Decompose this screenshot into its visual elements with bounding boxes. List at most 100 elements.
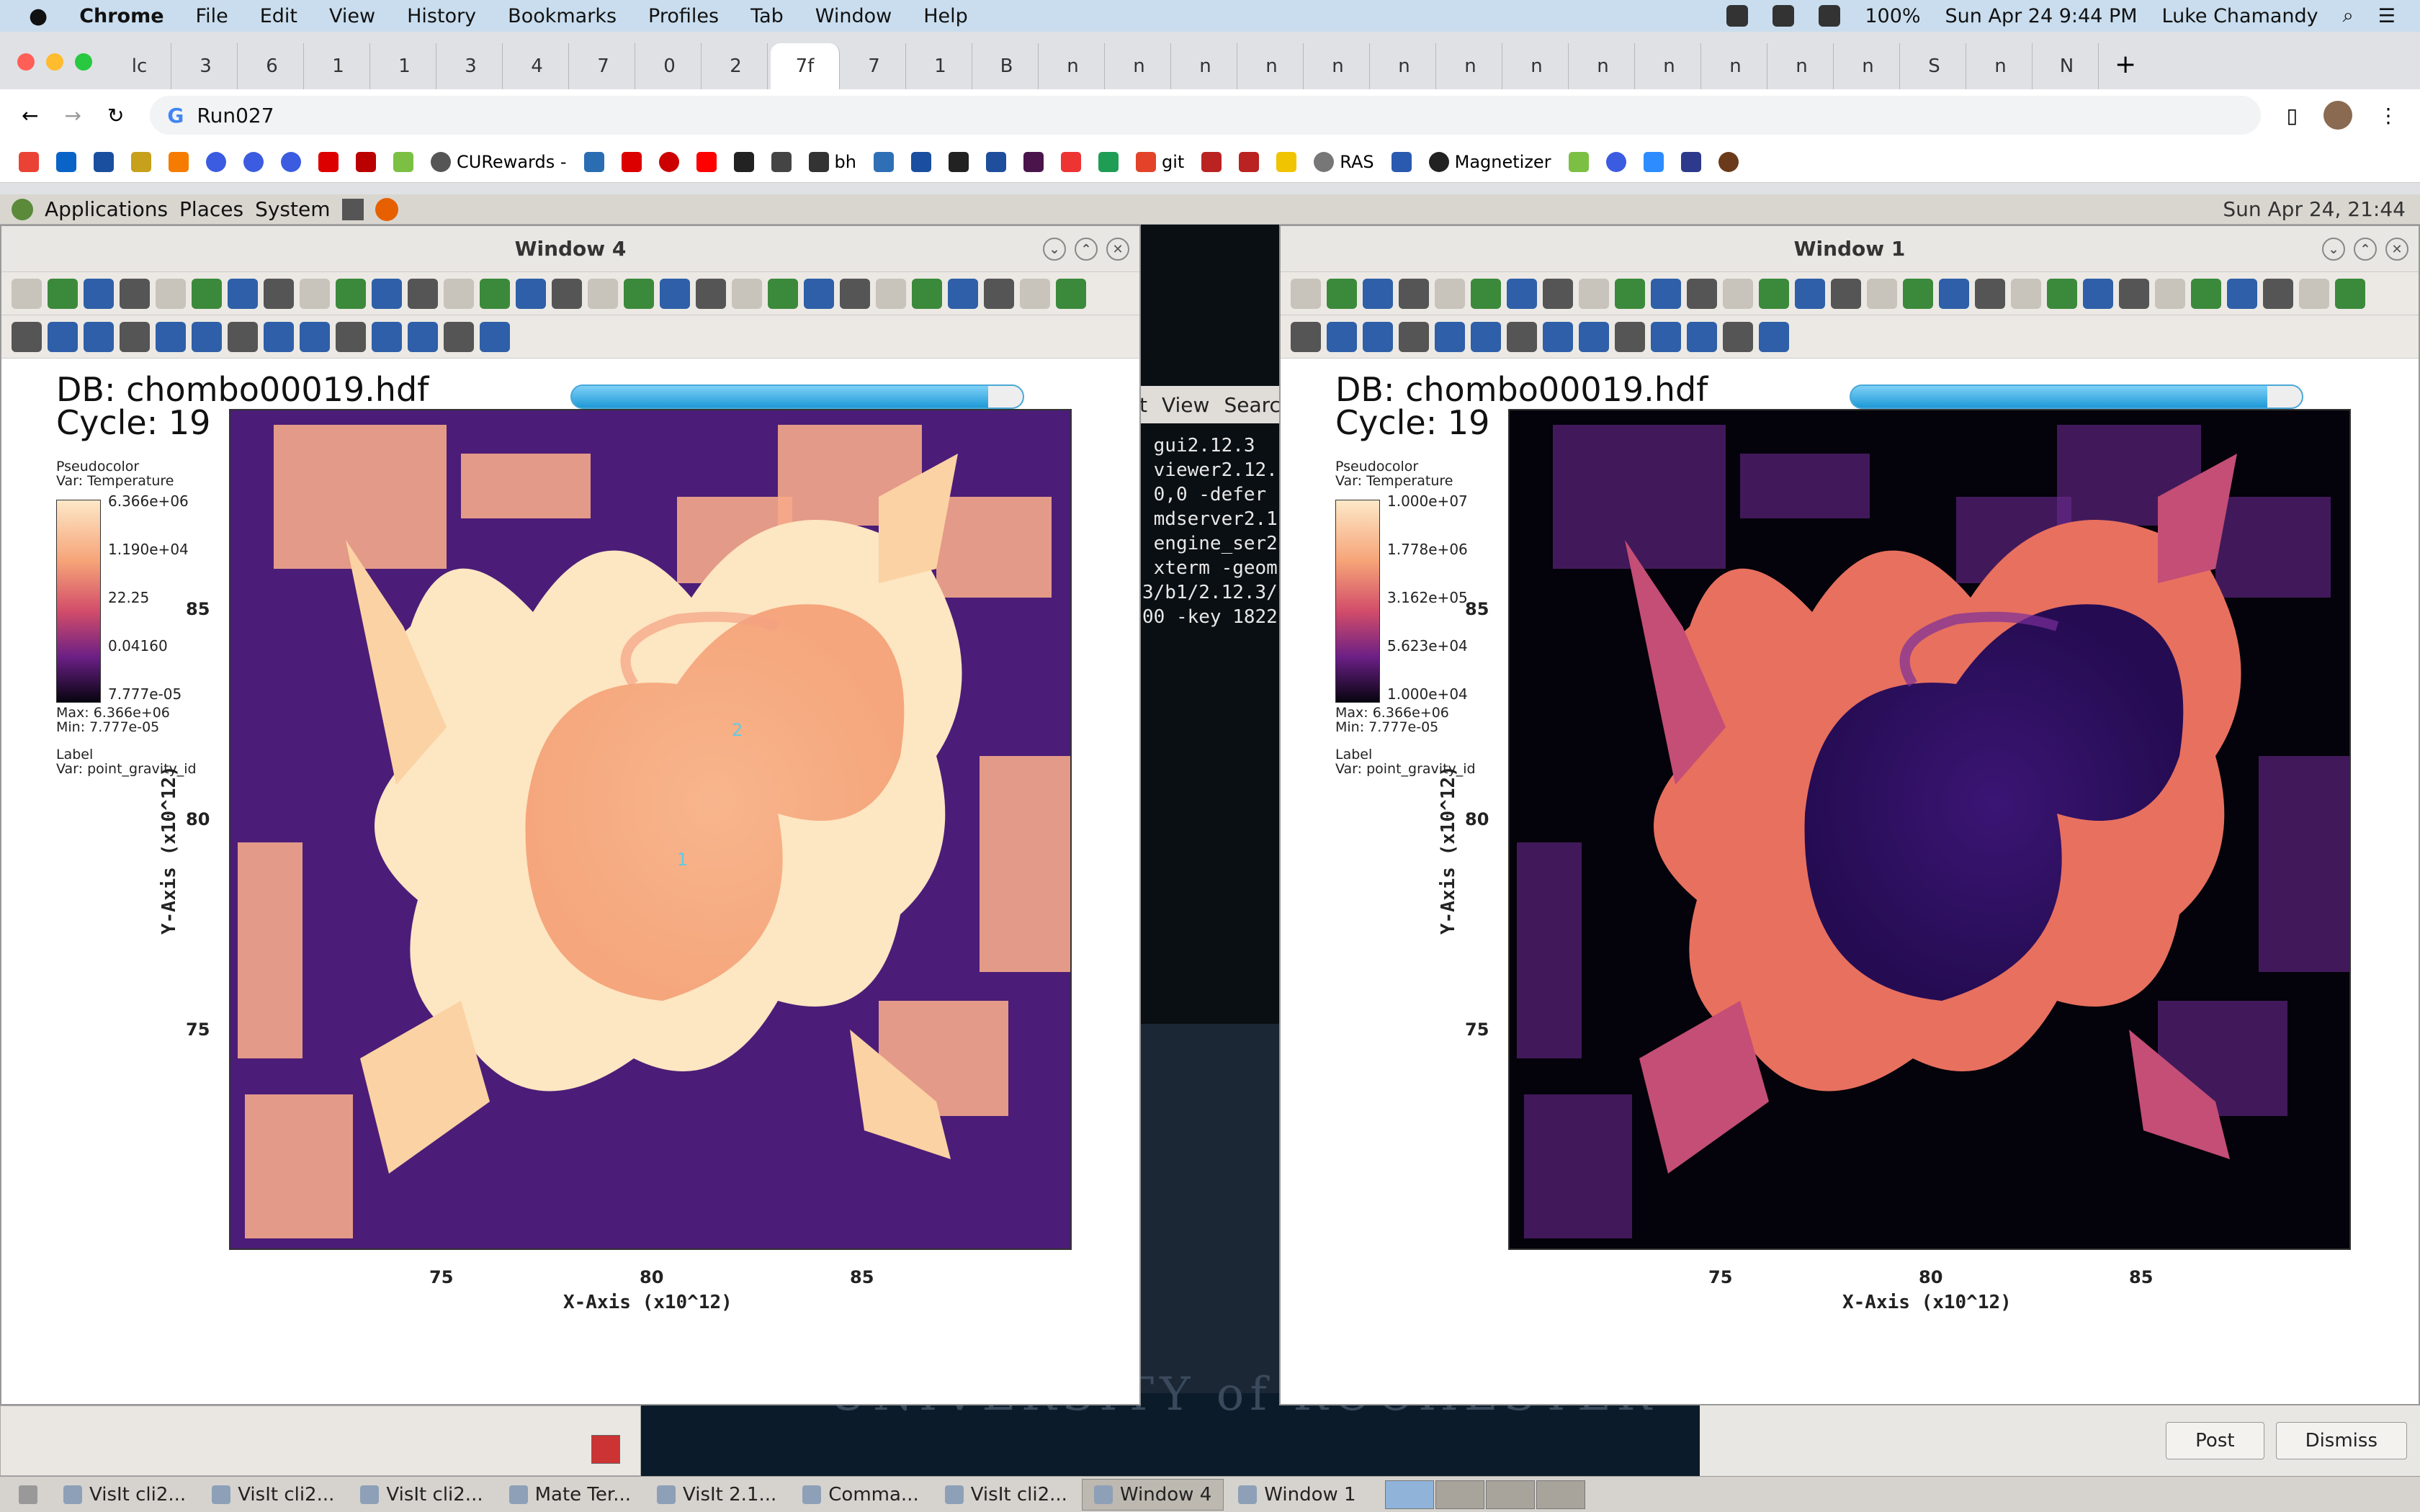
tool-icon[interactable] (1615, 321, 1645, 352)
bookmark-pic[interactable] (771, 151, 792, 172)
toolbar-icon[interactable] (192, 278, 222, 309)
chrome-tab[interactable]: n (1041, 43, 1105, 89)
chrome-tab[interactable]: 7 (843, 43, 906, 89)
toolbar-icon[interactable] (732, 278, 762, 309)
toolbar-icon[interactable] (1579, 278, 1609, 309)
menu-profiles[interactable]: Profiles (648, 5, 719, 27)
tool-icon[interactable] (1723, 321, 1753, 352)
tool-icon[interactable] (444, 321, 474, 352)
firefox-icon[interactable] (375, 197, 398, 221)
toolbar-icon[interactable] (336, 278, 366, 309)
bookmark-c1[interactable] (873, 151, 894, 172)
chrome-tab[interactable]: n (1174, 43, 1237, 89)
toolbar-icon[interactable] (984, 278, 1014, 309)
toolbar-icon[interactable] (228, 278, 258, 309)
bookmark-paw1[interactable] (1201, 151, 1222, 172)
chrome-tab[interactable]: 3 (439, 43, 503, 89)
toolbar-icon[interactable] (372, 278, 402, 309)
tool-icon[interactable] (480, 321, 510, 352)
workspace-cell[interactable] (1536, 1480, 1585, 1509)
menu-edit[interactable]: Edit (260, 5, 297, 27)
visit-window-titlebar[interactable]: Window 1 ⌄ ⌃ ✕ (1281, 226, 2419, 272)
apple-icon[interactable]: ● (29, 4, 48, 29)
bookmark-cal[interactable] (1391, 151, 1412, 172)
pseudocolor-plot[interactable] (1508, 409, 2351, 1250)
toolbar-icon[interactable] (876, 278, 906, 309)
chrome-tab[interactable]: n (1704, 43, 1767, 89)
bookmark-gmail[interactable] (19, 151, 39, 172)
menu-system[interactable]: System (255, 197, 330, 221)
tool-icon[interactable] (1399, 321, 1429, 352)
terminal-menu-search[interactable]: Searc (1224, 393, 1280, 417)
toolbar-icon[interactable] (840, 278, 870, 309)
avatar[interactable] (2323, 101, 2352, 130)
bookmark-git[interactable]: git (1135, 151, 1184, 172)
chrome-tab[interactable]: 7f (771, 43, 840, 89)
menu-view[interactable]: View (329, 5, 375, 27)
tool-icon[interactable] (1687, 321, 1717, 352)
gnome-icon[interactable] (12, 198, 33, 220)
chrome-tab[interactable]: 1 (307, 43, 370, 89)
chrome-tab[interactable]: n (1307, 43, 1370, 89)
menu-applications[interactable]: Applications (45, 197, 168, 221)
chrome-tab[interactable]: 4 (506, 43, 569, 89)
toolbar-icon[interactable] (12, 278, 42, 309)
toolbar-icon[interactable] (300, 278, 330, 309)
chrome-tab[interactable]: 1 (909, 43, 972, 89)
zoom-window-button[interactable] (75, 53, 92, 71)
chrome-tab[interactable]: n (1108, 43, 1171, 89)
chrome-tab[interactable]: 6 (241, 43, 304, 89)
toolbar-icon[interactable] (2299, 278, 2329, 309)
bookmark-curewards[interactable]: CURewards - (431, 151, 567, 172)
taskbar-item[interactable]: Mate Ter... (498, 1479, 642, 1511)
chrome-tab[interactable]: n (1837, 43, 1900, 89)
tool-icon[interactable] (156, 321, 186, 352)
menu-bookmarks[interactable]: Bookmarks (508, 5, 617, 27)
tool-icon[interactable] (1435, 321, 1465, 352)
tool-icon[interactable] (12, 321, 42, 352)
bookmark-plus[interactable] (1098, 151, 1119, 172)
toolbar-icon[interactable] (1867, 278, 1897, 309)
chrome-tab[interactable]: S (1903, 43, 1966, 89)
address-bar[interactable]: G Run027 (150, 96, 2261, 135)
volume-icon[interactable] (1819, 5, 1841, 27)
bookmark-d1[interactable] (948, 151, 969, 172)
toolbar-icon[interactable] (660, 278, 690, 309)
chrome-tab[interactable]: n (1439, 43, 1502, 89)
tool-icon[interactable] (120, 321, 150, 352)
tool-icon[interactable] (300, 321, 330, 352)
bookmark-x2[interactable] (910, 151, 931, 172)
toolbar-icon[interactable] (480, 278, 510, 309)
control-center-icon[interactable]: ☰ (2378, 5, 2396, 27)
bookmark-outlook[interactable] (56, 151, 76, 172)
chrome-tab[interactable]: n (1240, 43, 1304, 89)
toolbar-icon[interactable] (588, 278, 618, 309)
toolbar-icon[interactable] (624, 278, 654, 309)
forward-icon[interactable]: → (64, 104, 81, 127)
bookmark-e1[interactable] (985, 151, 1006, 172)
chrome-tab[interactable]: n (1969, 43, 2033, 89)
post-button[interactable]: Post (2166, 1422, 2264, 1459)
bookmark-z4[interactable] (1718, 151, 1739, 172)
wifi-icon[interactable] (1773, 5, 1795, 27)
toolbar-icon[interactable] (804, 278, 834, 309)
toolbar-icon[interactable] (2263, 278, 2293, 309)
toolbar-icon[interactable] (444, 278, 474, 309)
red-stop-icon[interactable] (591, 1435, 620, 1464)
search-icon[interactable]: ⌕ (2343, 4, 2354, 27)
close-icon[interactable]: ✕ (1106, 238, 1129, 261)
close-window-button[interactable] (17, 53, 35, 71)
close-icon[interactable]: ✕ (2385, 238, 2408, 261)
chrome-tab[interactable]: 2 (704, 43, 768, 89)
plot-area[interactable]: DB: chombo00019.hdf Cycle: 19 Time:4.398… (1, 359, 1139, 1403)
minimize-window-button[interactable] (46, 53, 63, 71)
chrome-tab[interactable]: 0 (638, 43, 702, 89)
tool-icon[interactable] (264, 321, 294, 352)
toolbar-icon[interactable] (1363, 278, 1393, 309)
dismiss-button[interactable]: Dismiss (2275, 1422, 2407, 1459)
toolbar-icon[interactable] (1435, 278, 1465, 309)
toolbar-icon[interactable] (120, 278, 150, 309)
toolbar-icon[interactable] (2335, 278, 2365, 309)
chrome-tab[interactable]: N (2035, 43, 2099, 89)
bookmark-z1[interactable] (1568, 151, 1589, 172)
